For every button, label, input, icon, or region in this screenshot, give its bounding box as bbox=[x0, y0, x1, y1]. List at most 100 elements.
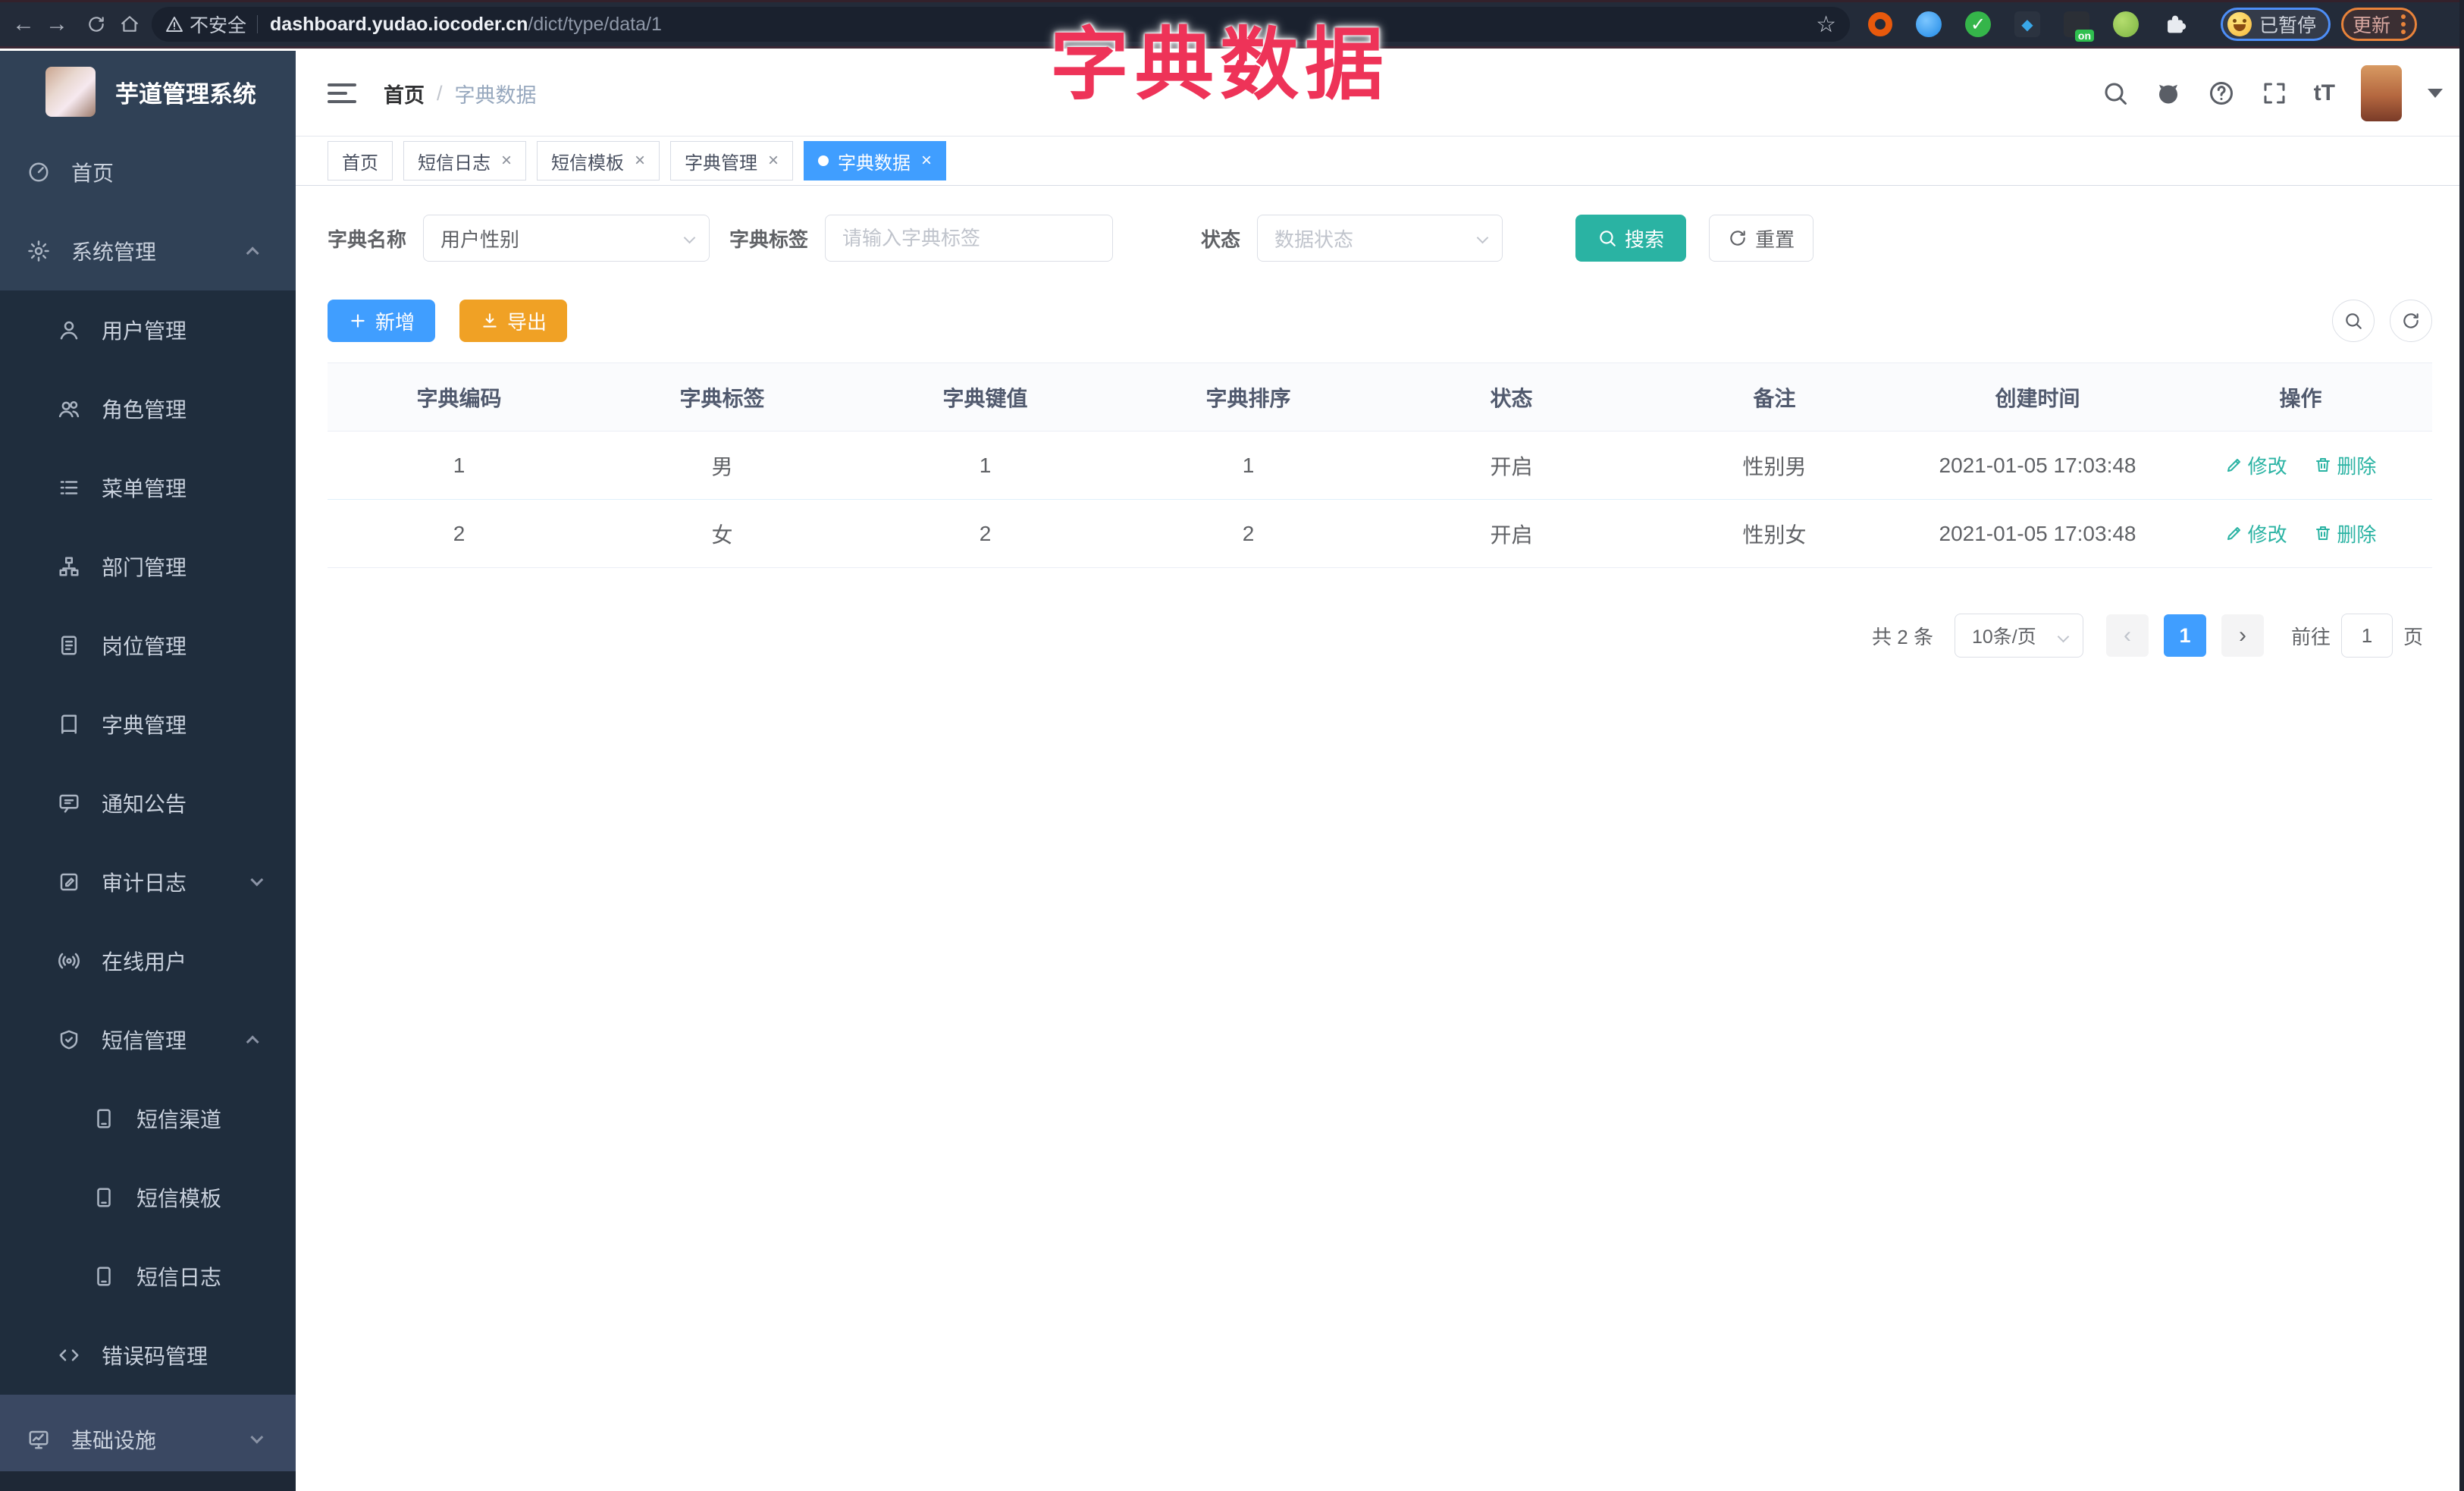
tab-sms-template[interactable]: 短信模板 × bbox=[537, 141, 660, 180]
add-button[interactable]: 新增 bbox=[328, 300, 436, 342]
sidebar-item-home[interactable]: 首页 bbox=[0, 133, 296, 212]
page-unit-label: 页 bbox=[2403, 625, 2423, 648]
search-icon[interactable] bbox=[2102, 80, 2129, 107]
current-page-button[interactable]: 1 bbox=[2163, 614, 2206, 657]
refresh-table-button[interactable] bbox=[2390, 300, 2432, 342]
bookmark-star-icon[interactable]: ☆ bbox=[1816, 11, 1836, 38]
trash-icon bbox=[2316, 458, 2331, 472]
extension-on-badge-icon[interactable]: on bbox=[2064, 11, 2094, 42]
edit-link[interactable]: 修改 bbox=[2225, 519, 2287, 548]
breadcrumb-current: 字典数据 bbox=[454, 83, 537, 107]
goto-page-input[interactable] bbox=[2340, 614, 2393, 658]
export-button[interactable]: 导出 bbox=[459, 300, 568, 342]
tags-view-bar: 首页 短信日志 × 短信模板 × 字典管理 × 字典数据 × bbox=[296, 136, 2464, 186]
extension-orange-icon[interactable] bbox=[1868, 12, 1892, 36]
font-size-icon[interactable]: tT bbox=[2314, 80, 2335, 106]
toggle-search-button[interactable] bbox=[2332, 300, 2375, 342]
tab-dict-data[interactable]: 字典数据 × bbox=[804, 141, 947, 180]
reload-icon[interactable] bbox=[86, 14, 106, 34]
monitor-icon bbox=[29, 1430, 49, 1449]
status-select[interactable]: 数据状态 bbox=[1257, 215, 1503, 262]
menu-list-icon bbox=[60, 481, 78, 494]
edit-link[interactable]: 修改 bbox=[2225, 451, 2287, 479]
close-icon[interactable]: × bbox=[635, 150, 645, 171]
browser-menu-kebab-icon[interactable] bbox=[2401, 14, 2406, 34]
security-label[interactable]: 不安全 bbox=[190, 11, 246, 38]
sidebar-item-sms-channel[interactable]: 短信渠道 bbox=[0, 1079, 296, 1158]
breadcrumb-home[interactable]: 首页 bbox=[384, 79, 425, 108]
sidebar-item-error-codes[interactable]: 错误码管理 bbox=[0, 1316, 296, 1395]
active-tab-dot bbox=[818, 155, 829, 166]
delete-link[interactable]: 删除 bbox=[2314, 451, 2376, 479]
home-icon[interactable] bbox=[120, 14, 140, 34]
overlay-annotation-title: 字典数据 bbox=[1050, 21, 1390, 109]
sidebar-item-users[interactable]: 用户管理 bbox=[0, 290, 296, 369]
tab-sms-log[interactable]: 短信日志 × bbox=[403, 141, 527, 180]
breadcrumb: 首页 / 字典数据 bbox=[384, 79, 537, 108]
user-icon bbox=[60, 321, 78, 340]
user-avatar[interactable] bbox=[2361, 65, 2402, 121]
table-row: 2 女 2 2 开启 性别女 2021-01-05 17:03:48 修改 删除 bbox=[328, 499, 2432, 568]
github-icon[interactable] bbox=[2155, 80, 2182, 107]
profile-paused-pill[interactable]: 已暂停 bbox=[2221, 8, 2331, 41]
col-dict-value: 字典键值 bbox=[854, 363, 1117, 432]
sidebar-item-sms[interactable]: 短信管理 bbox=[0, 1000, 296, 1079]
not-secure-warning-icon bbox=[166, 17, 183, 32]
search-button[interactable]: 搜索 bbox=[1575, 215, 1687, 262]
paused-label: 已暂停 bbox=[2259, 15, 2317, 36]
close-icon[interactable]: × bbox=[501, 150, 512, 171]
address-bar[interactable]: 不安全 dashboard.yudao.iocoder.cn /dict/typ… bbox=[152, 7, 1850, 42]
col-created: 创建时间 bbox=[1906, 363, 2169, 432]
extensions-row: ✓ ◆ on bbox=[1868, 11, 2212, 42]
sidebar-item-online-users[interactable]: 在线用户 bbox=[0, 921, 296, 1000]
refresh-icon bbox=[2403, 313, 2419, 328]
phone-icon bbox=[97, 1109, 111, 1128]
extension-green-icon[interactable] bbox=[2113, 11, 2139, 37]
tab-home[interactable]: 首页 bbox=[328, 141, 393, 180]
book-icon bbox=[61, 714, 77, 734]
url-path: /dict/type/data/1 bbox=[528, 13, 662, 35]
extension-blue-icon[interactable] bbox=[1916, 11, 1942, 37]
back-icon[interactable]: ← bbox=[11, 11, 36, 37]
avatar-caret-icon[interactable] bbox=[2428, 89, 2443, 98]
code-icon bbox=[59, 1349, 79, 1361]
tab-dict-manage[interactable]: 字典管理 × bbox=[670, 141, 794, 180]
app-title: 芋道管理系统 bbox=[115, 80, 256, 108]
sidebar-item-menus[interactable]: 菜单管理 bbox=[0, 448, 296, 527]
page-root: ← → 不安全 dashboard.yudao.iocoder.cn /dict… bbox=[0, 0, 2464, 1491]
help-icon[interactable] bbox=[2208, 80, 2235, 107]
sidebar-item-departments[interactable]: 部门管理 bbox=[0, 527, 296, 606]
table-row: 1 男 1 1 开启 性别男 2021-01-05 17:03:48 修改 删除 bbox=[328, 431, 2432, 500]
reset-button[interactable]: 重置 bbox=[1709, 215, 1814, 262]
sidebar-item-sms-log[interactable]: 短信日志 bbox=[0, 1237, 296, 1316]
extensions-puzzle-icon[interactable] bbox=[2162, 11, 2188, 37]
extension-dark-blue-icon[interactable]: ◆ bbox=[2014, 11, 2040, 37]
sidebar-item-posts[interactable]: 岗位管理 bbox=[0, 606, 296, 685]
delete-link[interactable]: 删除 bbox=[2314, 519, 2376, 548]
dict-name-select[interactable]: 用户性别 bbox=[423, 215, 710, 262]
extension-green-check-icon[interactable]: ✓ bbox=[1965, 11, 1991, 37]
col-dict-sort: 字典排序 bbox=[1117, 363, 1380, 432]
search-icon bbox=[1600, 231, 1616, 246]
sidebar-item-roles[interactable]: 角色管理 bbox=[0, 369, 296, 448]
sidebar-toggle-icon[interactable] bbox=[328, 83, 356, 103]
close-icon[interactable]: × bbox=[921, 150, 932, 171]
update-label: 更新 bbox=[2353, 15, 2391, 36]
sidebar-item-audit-log[interactable]: 审计日志 bbox=[0, 843, 296, 921]
chevron-down-icon bbox=[250, 873, 264, 887]
browser-update-button[interactable]: 更新 bbox=[2341, 8, 2418, 41]
sidebar-item-system[interactable]: 系统管理 bbox=[0, 212, 296, 290]
forward-icon[interactable]: → bbox=[44, 11, 70, 37]
close-icon[interactable]: × bbox=[768, 150, 779, 171]
window-right-edge bbox=[2459, 0, 2464, 1491]
dict-data-table: 字典编码 字典标签 字典键值 字典排序 状态 备注 创建时间 操作 1 男 1 … bbox=[328, 363, 2432, 568]
app-logo-row[interactable]: 芋道管理系统 bbox=[0, 51, 296, 133]
sidebar-item-sms-template[interactable]: 短信模板 bbox=[0, 1158, 296, 1237]
fullscreen-icon[interactable] bbox=[2261, 80, 2288, 107]
dict-tag-input[interactable] bbox=[842, 226, 1096, 250]
next-page-button[interactable]: › bbox=[2221, 614, 2264, 657]
sidebar-item-dict[interactable]: 字典管理 bbox=[0, 685, 296, 764]
page-size-select[interactable]: 10条/页 bbox=[1954, 614, 2083, 658]
sidebar-item-notice[interactable]: 通知公告 bbox=[0, 764, 296, 843]
prev-page-button[interactable]: ‹ bbox=[2105, 614, 2149, 657]
